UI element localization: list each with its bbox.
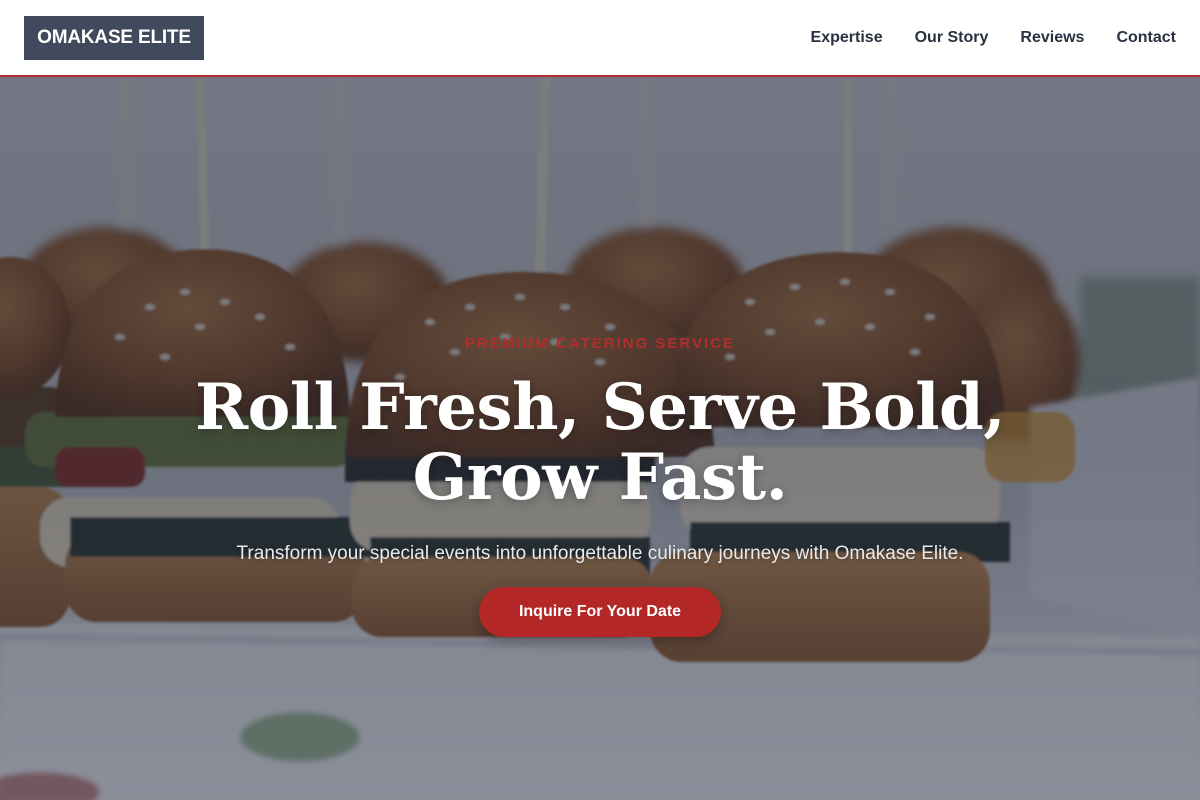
nav-link-contact[interactable]: Contact [1116,28,1176,48]
nav-link-reviews[interactable]: Reviews [1020,28,1084,48]
hero-eyebrow: PREMIUM CATERING SERVICE [465,335,735,352]
site-header: OMAKASE ELITE Expertise Our Story Review… [0,0,1200,77]
hero-section: PREMIUM CATERING SERVICE Roll Fresh, Ser… [0,77,1200,800]
nav-link-expertise[interactable]: Expertise [811,28,883,48]
main-nav: Expertise Our Story Reviews Contact [811,0,1176,76]
hero-headline-line-2: Grow Fast. [412,440,788,515]
inquire-button[interactable]: Inquire For Your Date [479,587,721,637]
brand-logo[interactable]: OMAKASE ELITE [24,16,204,60]
nav-link-our-story[interactable]: Our Story [915,28,989,48]
hero-headline-line-1: Roll Fresh, Serve Bold, [194,370,1006,445]
hero-subtext: Transform your special events into unfor… [236,543,964,564]
hero-content: PREMIUM CATERING SERVICE Roll Fresh, Ser… [0,77,1200,800]
hero-headline: Roll Fresh, Serve Bold, Grow Fast. [150,373,1050,513]
